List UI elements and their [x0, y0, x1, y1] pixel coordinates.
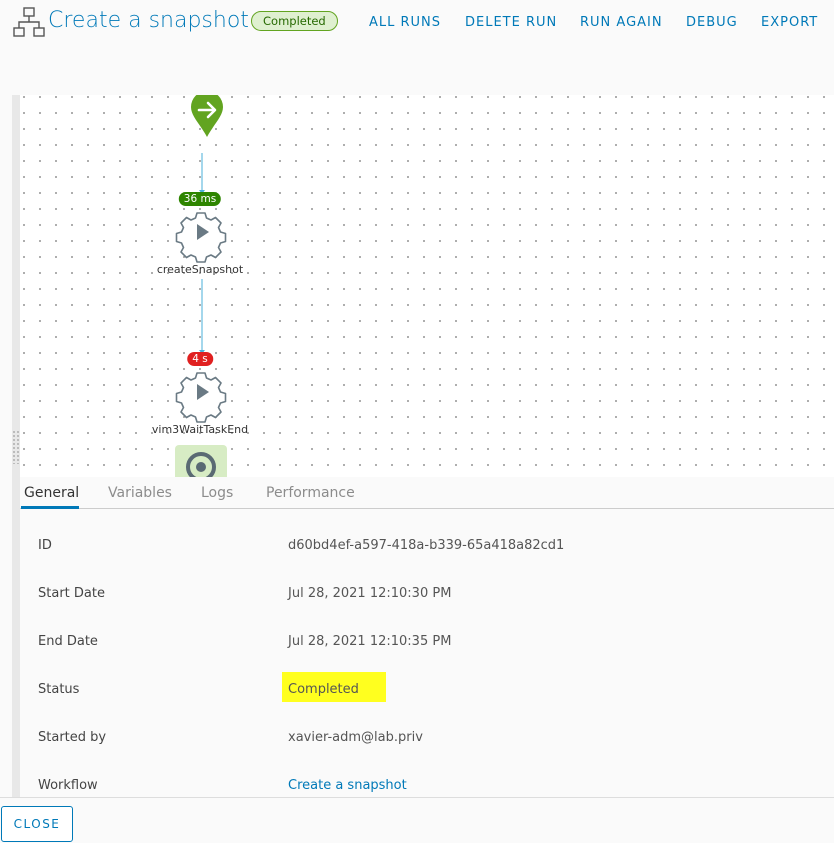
started-by-label: Started by	[38, 730, 107, 745]
end-date-label: End Date	[38, 634, 98, 649]
delete-run-button[interactable]: DELETE RUN	[465, 15, 557, 30]
gear-play-icon[interactable]	[175, 212, 227, 263]
footer: CLOSE	[0, 797, 834, 843]
tab-logs[interactable]: Logs	[201, 485, 233, 501]
started-by-value: xavier-adm@lab.priv	[288, 730, 423, 745]
start-date-label: Start Date	[38, 586, 105, 601]
debug-button[interactable]: DEBUG	[686, 15, 738, 30]
duration-pill: 36 ms	[178, 192, 222, 206]
workflow-diagram	[175, 95, 227, 477]
run-details-page: Create a snapshot Completed ALL RUNS DEL…	[0, 0, 834, 843]
gear-play-icon[interactable]	[175, 372, 227, 423]
node-label: vim3WaitTaskEnd	[151, 423, 249, 436]
start-node[interactable]	[191, 95, 223, 137]
tab-variables[interactable]: Variables	[108, 485, 172, 501]
end-date-value: Jul 28, 2021 12:10:35 PM	[288, 634, 452, 649]
active-tab-indicator	[21, 506, 79, 509]
workflow-link[interactable]: Create a snapshot	[288, 778, 407, 793]
details-panel: General Variables Logs Performance ID d6…	[12, 477, 834, 797]
status-value: Completed	[288, 682, 359, 697]
resize-handle[interactable]	[12, 430, 20, 464]
export-button[interactable]: EXPORT	[761, 15, 818, 30]
tab-bar: General Variables Logs Performance	[20, 477, 834, 509]
run-again-button[interactable]: RUN AGAIN	[580, 15, 663, 30]
all-runs-button[interactable]: ALL RUNS	[369, 15, 441, 30]
close-button[interactable]: CLOSE	[1, 806, 73, 842]
status-label: Status	[38, 682, 80, 697]
id-label: ID	[38, 538, 52, 553]
end-node[interactable]	[175, 445, 227, 477]
tab-general[interactable]: General	[24, 485, 79, 501]
tab-performance[interactable]: Performance	[266, 485, 355, 501]
start-date-value: Jul 28, 2021 12:10:30 PM	[288, 586, 452, 601]
action-bar: ALL RUNS DELETE RUN RUN AGAIN DEBUG EXPO…	[0, 15, 834, 35]
id-value: d60bd4ef-a597-418a-b339-65a418a82cd1	[288, 538, 565, 553]
header: Create a snapshot Completed ALL RUNS DEL…	[0, 0, 834, 95]
workflow-canvas[interactable]: 36 ms createSnapshot 4 s vim3WaitTaskEnd	[12, 95, 834, 477]
workflow-label: Workflow	[38, 778, 98, 793]
node-label: createSnapshot	[156, 263, 244, 276]
duration-pill: 4 s	[187, 352, 213, 366]
